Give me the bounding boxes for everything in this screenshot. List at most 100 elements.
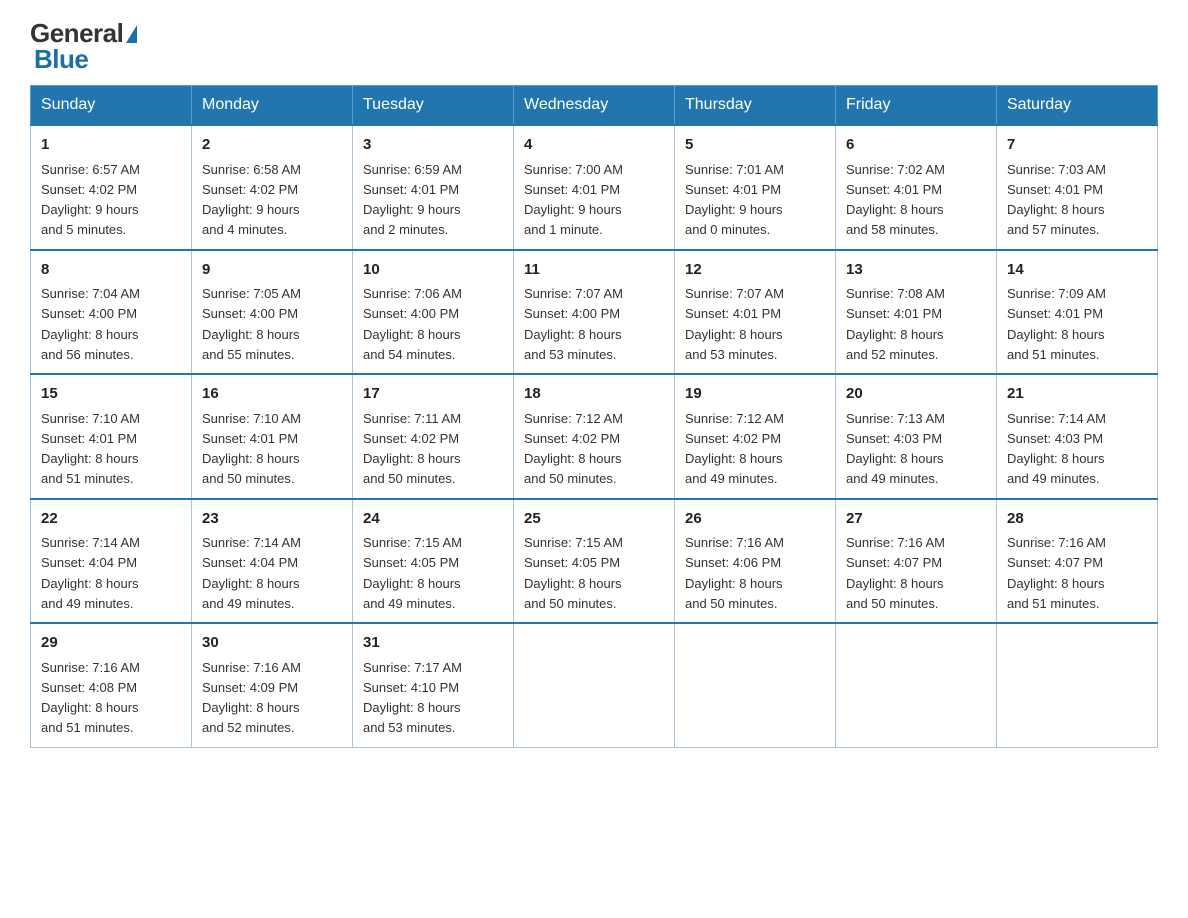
weekday-header-friday: Friday <box>836 86 997 126</box>
calendar-week-row: 29 Sunrise: 7:16 AMSunset: 4:08 PMDaylig… <box>31 623 1158 747</box>
weekday-header-wednesday: Wednesday <box>514 86 675 126</box>
day-info: Sunrise: 7:04 AMSunset: 4:00 PMDaylight:… <box>41 286 140 362</box>
calendar-cell: 23 Sunrise: 7:14 AMSunset: 4:04 PMDaylig… <box>192 499 353 624</box>
calendar-cell: 5 Sunrise: 7:01 AMSunset: 4:01 PMDayligh… <box>675 125 836 250</box>
day-number: 23 <box>202 508 342 531</box>
calendar-cell: 30 Sunrise: 7:16 AMSunset: 4:09 PMDaylig… <box>192 623 353 747</box>
calendar-cell: 10 Sunrise: 7:06 AMSunset: 4:00 PMDaylig… <box>353 250 514 375</box>
day-info: Sunrise: 7:00 AMSunset: 4:01 PMDaylight:… <box>524 162 623 238</box>
day-info: Sunrise: 7:16 AMSunset: 4:07 PMDaylight:… <box>846 535 945 611</box>
calendar-cell: 28 Sunrise: 7:16 AMSunset: 4:07 PMDaylig… <box>997 499 1158 624</box>
page-header: General Blue <box>30 20 1158 75</box>
day-info: Sunrise: 7:16 AMSunset: 4:09 PMDaylight:… <box>202 660 301 736</box>
calendar-cell: 21 Sunrise: 7:14 AMSunset: 4:03 PMDaylig… <box>997 374 1158 499</box>
calendar-cell <box>997 623 1158 747</box>
day-number: 12 <box>685 259 825 282</box>
calendar-cell: 20 Sunrise: 7:13 AMSunset: 4:03 PMDaylig… <box>836 374 997 499</box>
day-info: Sunrise: 7:01 AMSunset: 4:01 PMDaylight:… <box>685 162 784 238</box>
calendar-cell: 3 Sunrise: 6:59 AMSunset: 4:01 PMDayligh… <box>353 125 514 250</box>
day-number: 4 <box>524 134 664 157</box>
day-info: Sunrise: 7:16 AMSunset: 4:06 PMDaylight:… <box>685 535 784 611</box>
logo-triangle-icon <box>126 25 137 43</box>
calendar-cell: 8 Sunrise: 7:04 AMSunset: 4:00 PMDayligh… <box>31 250 192 375</box>
calendar-cell: 14 Sunrise: 7:09 AMSunset: 4:01 PMDaylig… <box>997 250 1158 375</box>
weekday-header-saturday: Saturday <box>997 86 1158 126</box>
day-info: Sunrise: 7:12 AMSunset: 4:02 PMDaylight:… <box>524 411 623 487</box>
day-info: Sunrise: 7:15 AMSunset: 4:05 PMDaylight:… <box>363 535 462 611</box>
day-info: Sunrise: 7:07 AMSunset: 4:00 PMDaylight:… <box>524 286 623 362</box>
calendar-cell: 29 Sunrise: 7:16 AMSunset: 4:08 PMDaylig… <box>31 623 192 747</box>
calendar-cell: 9 Sunrise: 7:05 AMSunset: 4:00 PMDayligh… <box>192 250 353 375</box>
calendar-cell: 19 Sunrise: 7:12 AMSunset: 4:02 PMDaylig… <box>675 374 836 499</box>
day-info: Sunrise: 7:06 AMSunset: 4:00 PMDaylight:… <box>363 286 462 362</box>
calendar-cell: 17 Sunrise: 7:11 AMSunset: 4:02 PMDaylig… <box>353 374 514 499</box>
day-number: 20 <box>846 383 986 406</box>
day-number: 28 <box>1007 508 1147 531</box>
day-info: Sunrise: 7:05 AMSunset: 4:00 PMDaylight:… <box>202 286 301 362</box>
day-number: 8 <box>41 259 181 282</box>
day-number: 5 <box>685 134 825 157</box>
calendar-cell: 11 Sunrise: 7:07 AMSunset: 4:00 PMDaylig… <box>514 250 675 375</box>
day-number: 15 <box>41 383 181 406</box>
calendar-cell: 12 Sunrise: 7:07 AMSunset: 4:01 PMDaylig… <box>675 250 836 375</box>
day-number: 10 <box>363 259 503 282</box>
calendar-header-row: SundayMondayTuesdayWednesdayThursdayFrid… <box>31 86 1158 126</box>
calendar-table: SundayMondayTuesdayWednesdayThursdayFrid… <box>30 85 1158 748</box>
day-number: 31 <box>363 632 503 655</box>
calendar-cell: 27 Sunrise: 7:16 AMSunset: 4:07 PMDaylig… <box>836 499 997 624</box>
weekday-header-sunday: Sunday <box>31 86 192 126</box>
day-info: Sunrise: 7:02 AMSunset: 4:01 PMDaylight:… <box>846 162 945 238</box>
day-number: 22 <box>41 508 181 531</box>
calendar-cell: 7 Sunrise: 7:03 AMSunset: 4:01 PMDayligh… <box>997 125 1158 250</box>
calendar-cell: 24 Sunrise: 7:15 AMSunset: 4:05 PMDaylig… <box>353 499 514 624</box>
day-info: Sunrise: 7:09 AMSunset: 4:01 PMDaylight:… <box>1007 286 1106 362</box>
calendar-cell: 6 Sunrise: 7:02 AMSunset: 4:01 PMDayligh… <box>836 125 997 250</box>
calendar-cell <box>675 623 836 747</box>
day-number: 18 <box>524 383 664 406</box>
day-info: Sunrise: 7:08 AMSunset: 4:01 PMDaylight:… <box>846 286 945 362</box>
day-info: Sunrise: 7:10 AMSunset: 4:01 PMDaylight:… <box>41 411 140 487</box>
day-number: 27 <box>846 508 986 531</box>
weekday-header-tuesday: Tuesday <box>353 86 514 126</box>
day-info: Sunrise: 7:17 AMSunset: 4:10 PMDaylight:… <box>363 660 462 736</box>
calendar-cell: 16 Sunrise: 7:10 AMSunset: 4:01 PMDaylig… <box>192 374 353 499</box>
calendar-cell: 18 Sunrise: 7:12 AMSunset: 4:02 PMDaylig… <box>514 374 675 499</box>
calendar-cell: 25 Sunrise: 7:15 AMSunset: 4:05 PMDaylig… <box>514 499 675 624</box>
calendar-cell: 2 Sunrise: 6:58 AMSunset: 4:02 PMDayligh… <box>192 125 353 250</box>
day-number: 14 <box>1007 259 1147 282</box>
day-info: Sunrise: 7:14 AMSunset: 4:04 PMDaylight:… <box>202 535 301 611</box>
day-info: Sunrise: 6:59 AMSunset: 4:01 PMDaylight:… <box>363 162 462 238</box>
day-number: 30 <box>202 632 342 655</box>
day-info: Sunrise: 6:58 AMSunset: 4:02 PMDaylight:… <box>202 162 301 238</box>
logo-general-text: General <box>30 20 123 46</box>
weekday-header-thursday: Thursday <box>675 86 836 126</box>
day-number: 24 <box>363 508 503 531</box>
day-number: 6 <box>846 134 986 157</box>
logo-blue-text: Blue <box>34 44 88 75</box>
calendar-week-row: 1 Sunrise: 6:57 AMSunset: 4:02 PMDayligh… <box>31 125 1158 250</box>
day-info: Sunrise: 7:16 AMSunset: 4:08 PMDaylight:… <box>41 660 140 736</box>
day-number: 17 <box>363 383 503 406</box>
day-number: 11 <box>524 259 664 282</box>
day-number: 2 <box>202 134 342 157</box>
calendar-week-row: 15 Sunrise: 7:10 AMSunset: 4:01 PMDaylig… <box>31 374 1158 499</box>
calendar-cell: 4 Sunrise: 7:00 AMSunset: 4:01 PMDayligh… <box>514 125 675 250</box>
day-info: Sunrise: 7:12 AMSunset: 4:02 PMDaylight:… <box>685 411 784 487</box>
calendar-cell: 1 Sunrise: 6:57 AMSunset: 4:02 PMDayligh… <box>31 125 192 250</box>
calendar-cell: 15 Sunrise: 7:10 AMSunset: 4:01 PMDaylig… <box>31 374 192 499</box>
day-number: 29 <box>41 632 181 655</box>
calendar-cell: 26 Sunrise: 7:16 AMSunset: 4:06 PMDaylig… <box>675 499 836 624</box>
calendar-cell: 31 Sunrise: 7:17 AMSunset: 4:10 PMDaylig… <box>353 623 514 747</box>
day-number: 19 <box>685 383 825 406</box>
day-info: Sunrise: 7:14 AMSunset: 4:04 PMDaylight:… <box>41 535 140 611</box>
calendar-cell <box>514 623 675 747</box>
day-info: Sunrise: 7:07 AMSunset: 4:01 PMDaylight:… <box>685 286 784 362</box>
day-number: 9 <box>202 259 342 282</box>
day-number: 26 <box>685 508 825 531</box>
day-info: Sunrise: 7:11 AMSunset: 4:02 PMDaylight:… <box>363 411 461 487</box>
day-number: 7 <box>1007 134 1147 157</box>
day-info: Sunrise: 7:03 AMSunset: 4:01 PMDaylight:… <box>1007 162 1106 238</box>
day-number: 25 <box>524 508 664 531</box>
day-info: Sunrise: 7:15 AMSunset: 4:05 PMDaylight:… <box>524 535 623 611</box>
calendar-week-row: 22 Sunrise: 7:14 AMSunset: 4:04 PMDaylig… <box>31 499 1158 624</box>
